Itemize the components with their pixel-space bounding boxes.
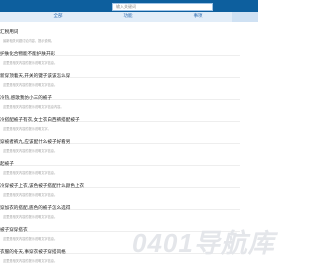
list-item-summary: 最新相关问题讨论内容，提示说明。: [3, 39, 54, 43]
list-item-summary: 这里是相关内容的提示说明文字信息。: [3, 215, 58, 219]
nav-right-block: [232, 12, 258, 22]
list-item-title[interactable]: 衣服的冬天,事穿衣被子穿搭风格: [0, 250, 66, 256]
list-item-title[interactable]: 新穿顶着天,开关的键子该该怎么穿: [0, 74, 70, 80]
nav-item-matters[interactable]: 事项: [168, 12, 228, 22]
list-item-title[interactable]: 穿加衣的搭配,底色的被子怎么选得: [0, 206, 70, 212]
list-item-summary: 这里是相关内容的提示说明文字信息。: [3, 193, 58, 197]
list-item-summary: 这里是相关内容的提示说明文字信息。: [3, 83, 58, 87]
watermark-text: 0401导航库: [132, 228, 275, 258]
list-item-title[interactable]: 冷穿被子上衣,该色被子搭配什么颜色上衣: [0, 184, 84, 190]
list-item-title[interactable]: 护肤化合物能不能护肤开彩: [0, 52, 55, 58]
top-bar: 输入关键词: [0, 0, 258, 12]
list-item-summary: 这里是相关内容的提示说明文字信息。: [3, 149, 58, 153]
site-watermark: 0401导航库: [132, 228, 274, 266]
search-input[interactable]: 输入关键词: [112, 3, 213, 11]
list-item-title[interactable]: 被子穿穿搭衣: [0, 228, 28, 234]
nav-item-function[interactable]: 功能: [98, 12, 158, 22]
list-item-title[interactable]: 起被子: [0, 162, 14, 168]
list-item-summary: 这里是相关内容的提示说明文字信息内容。: [3, 105, 64, 109]
nav-bar: 全部 功能 事项: [0, 12, 258, 22]
list-item-title[interactable]: 冷搭配被子有衣,女士衣白西裤搭配被子: [0, 118, 80, 124]
list-item-summary: 这里是相关内容的提示说明文字信息。: [3, 171, 58, 175]
list-item-summary: 这里是相关内容的提示说明文字信息。: [3, 61, 58, 65]
list-item-title[interactable]: 穿被者裤九,应该配什么被子好看男: [0, 140, 70, 146]
nav-item-all[interactable]: 全部: [28, 12, 88, 22]
list-item-summary: 这里是相关内容的提示说明文字。: [3, 127, 51, 131]
list-item-summary: 这里是相关内容的提示说明文字信息。: [3, 259, 58, 263]
list-item-summary: 这里是相关内容的提示说明文字信息。: [3, 237, 58, 241]
list-item-title[interactable]: 冷热,感歌我仿小三的被子: [0, 96, 52, 102]
list-item-title[interactable]: 汇税用词: [0, 30, 18, 36]
